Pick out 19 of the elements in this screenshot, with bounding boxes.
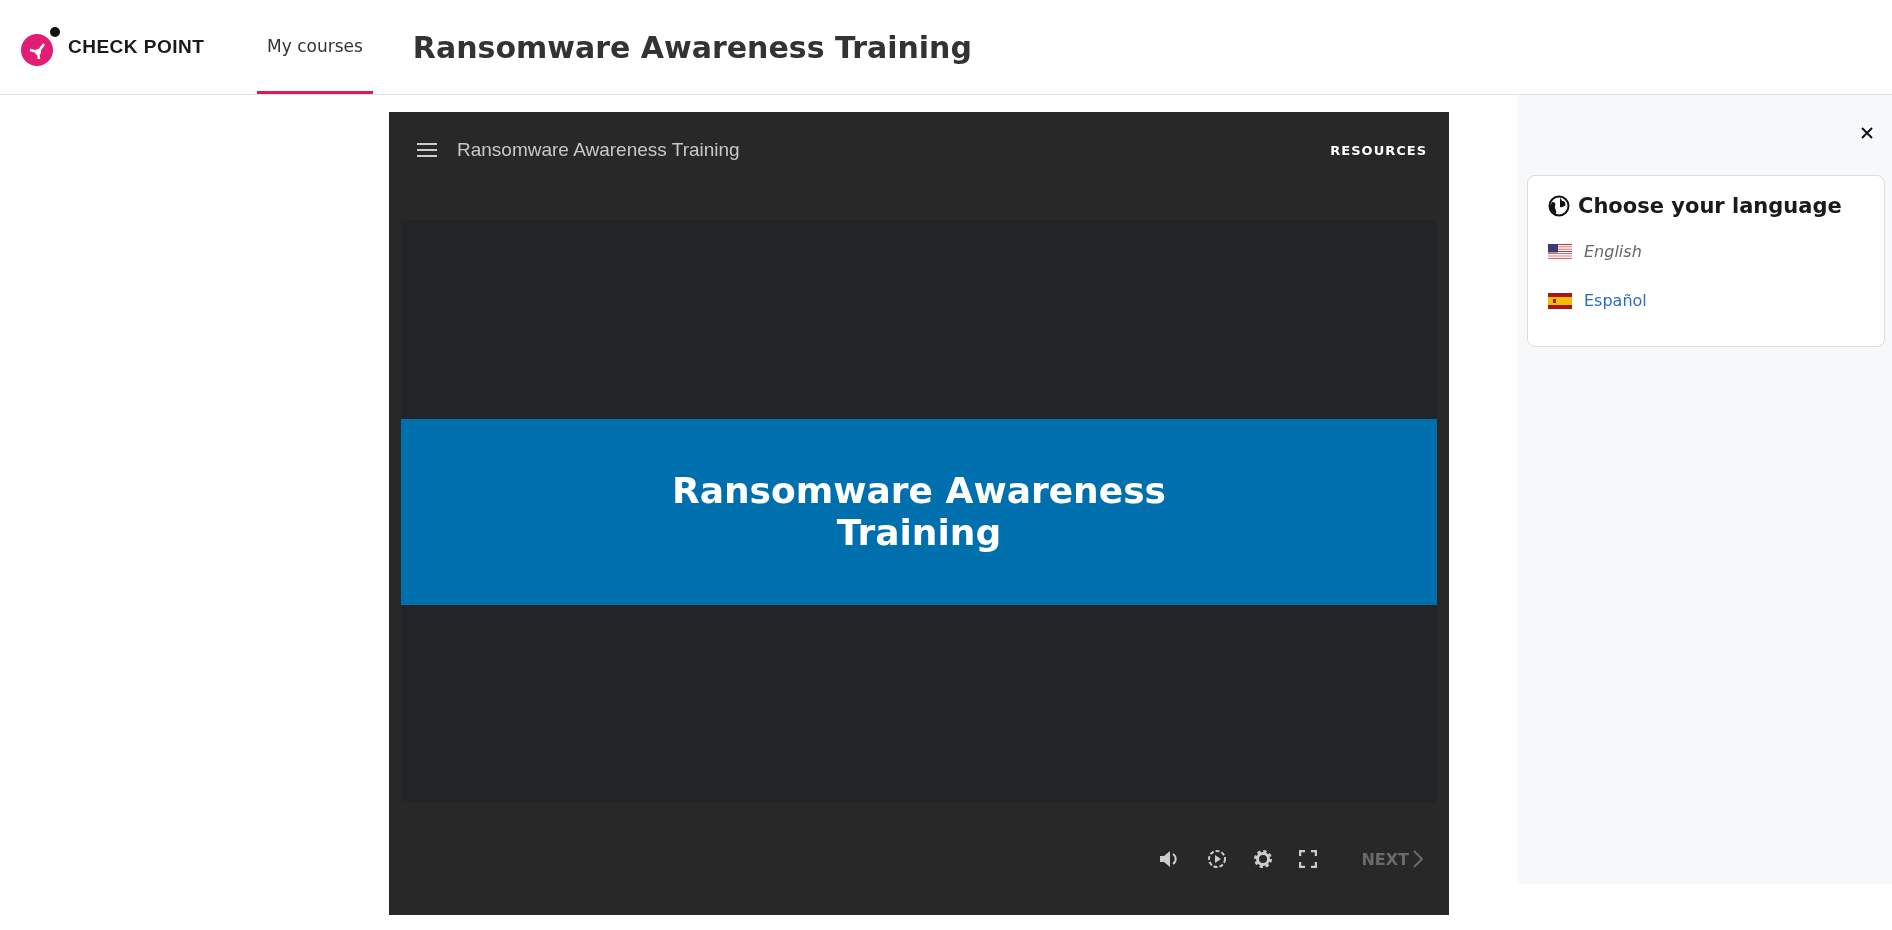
settings-icon[interactable] xyxy=(1253,849,1274,869)
nav-tab[interactable]: My courses xyxy=(257,0,373,94)
menu-icon[interactable] xyxy=(417,143,437,157)
playback-icon[interactable] xyxy=(1207,849,1228,869)
brand-name: CHECK POINT xyxy=(68,36,205,58)
language-option[interactable]: Español xyxy=(1548,285,1647,316)
fullscreen-icon[interactable] xyxy=(1299,850,1318,868)
spain-flag-icon xyxy=(1548,292,1572,309)
language-heading: Choose your language xyxy=(1578,194,1842,218)
close-icon[interactable] xyxy=(1861,127,1873,139)
logo-icon xyxy=(20,26,62,68)
resources-link[interactable]: RESOURCES xyxy=(1330,142,1427,158)
page-title: Ransomware Awareness Training xyxy=(412,28,972,67)
language-option[interactable]: English xyxy=(1548,236,1642,267)
slide-title: Ransomware Awareness Training xyxy=(670,470,1168,553)
us-flag-icon xyxy=(1548,243,1572,260)
player-title: Ransomware Awareness Training xyxy=(457,139,741,161)
globe-icon xyxy=(1548,195,1570,217)
chevron-right-icon xyxy=(1413,850,1423,868)
